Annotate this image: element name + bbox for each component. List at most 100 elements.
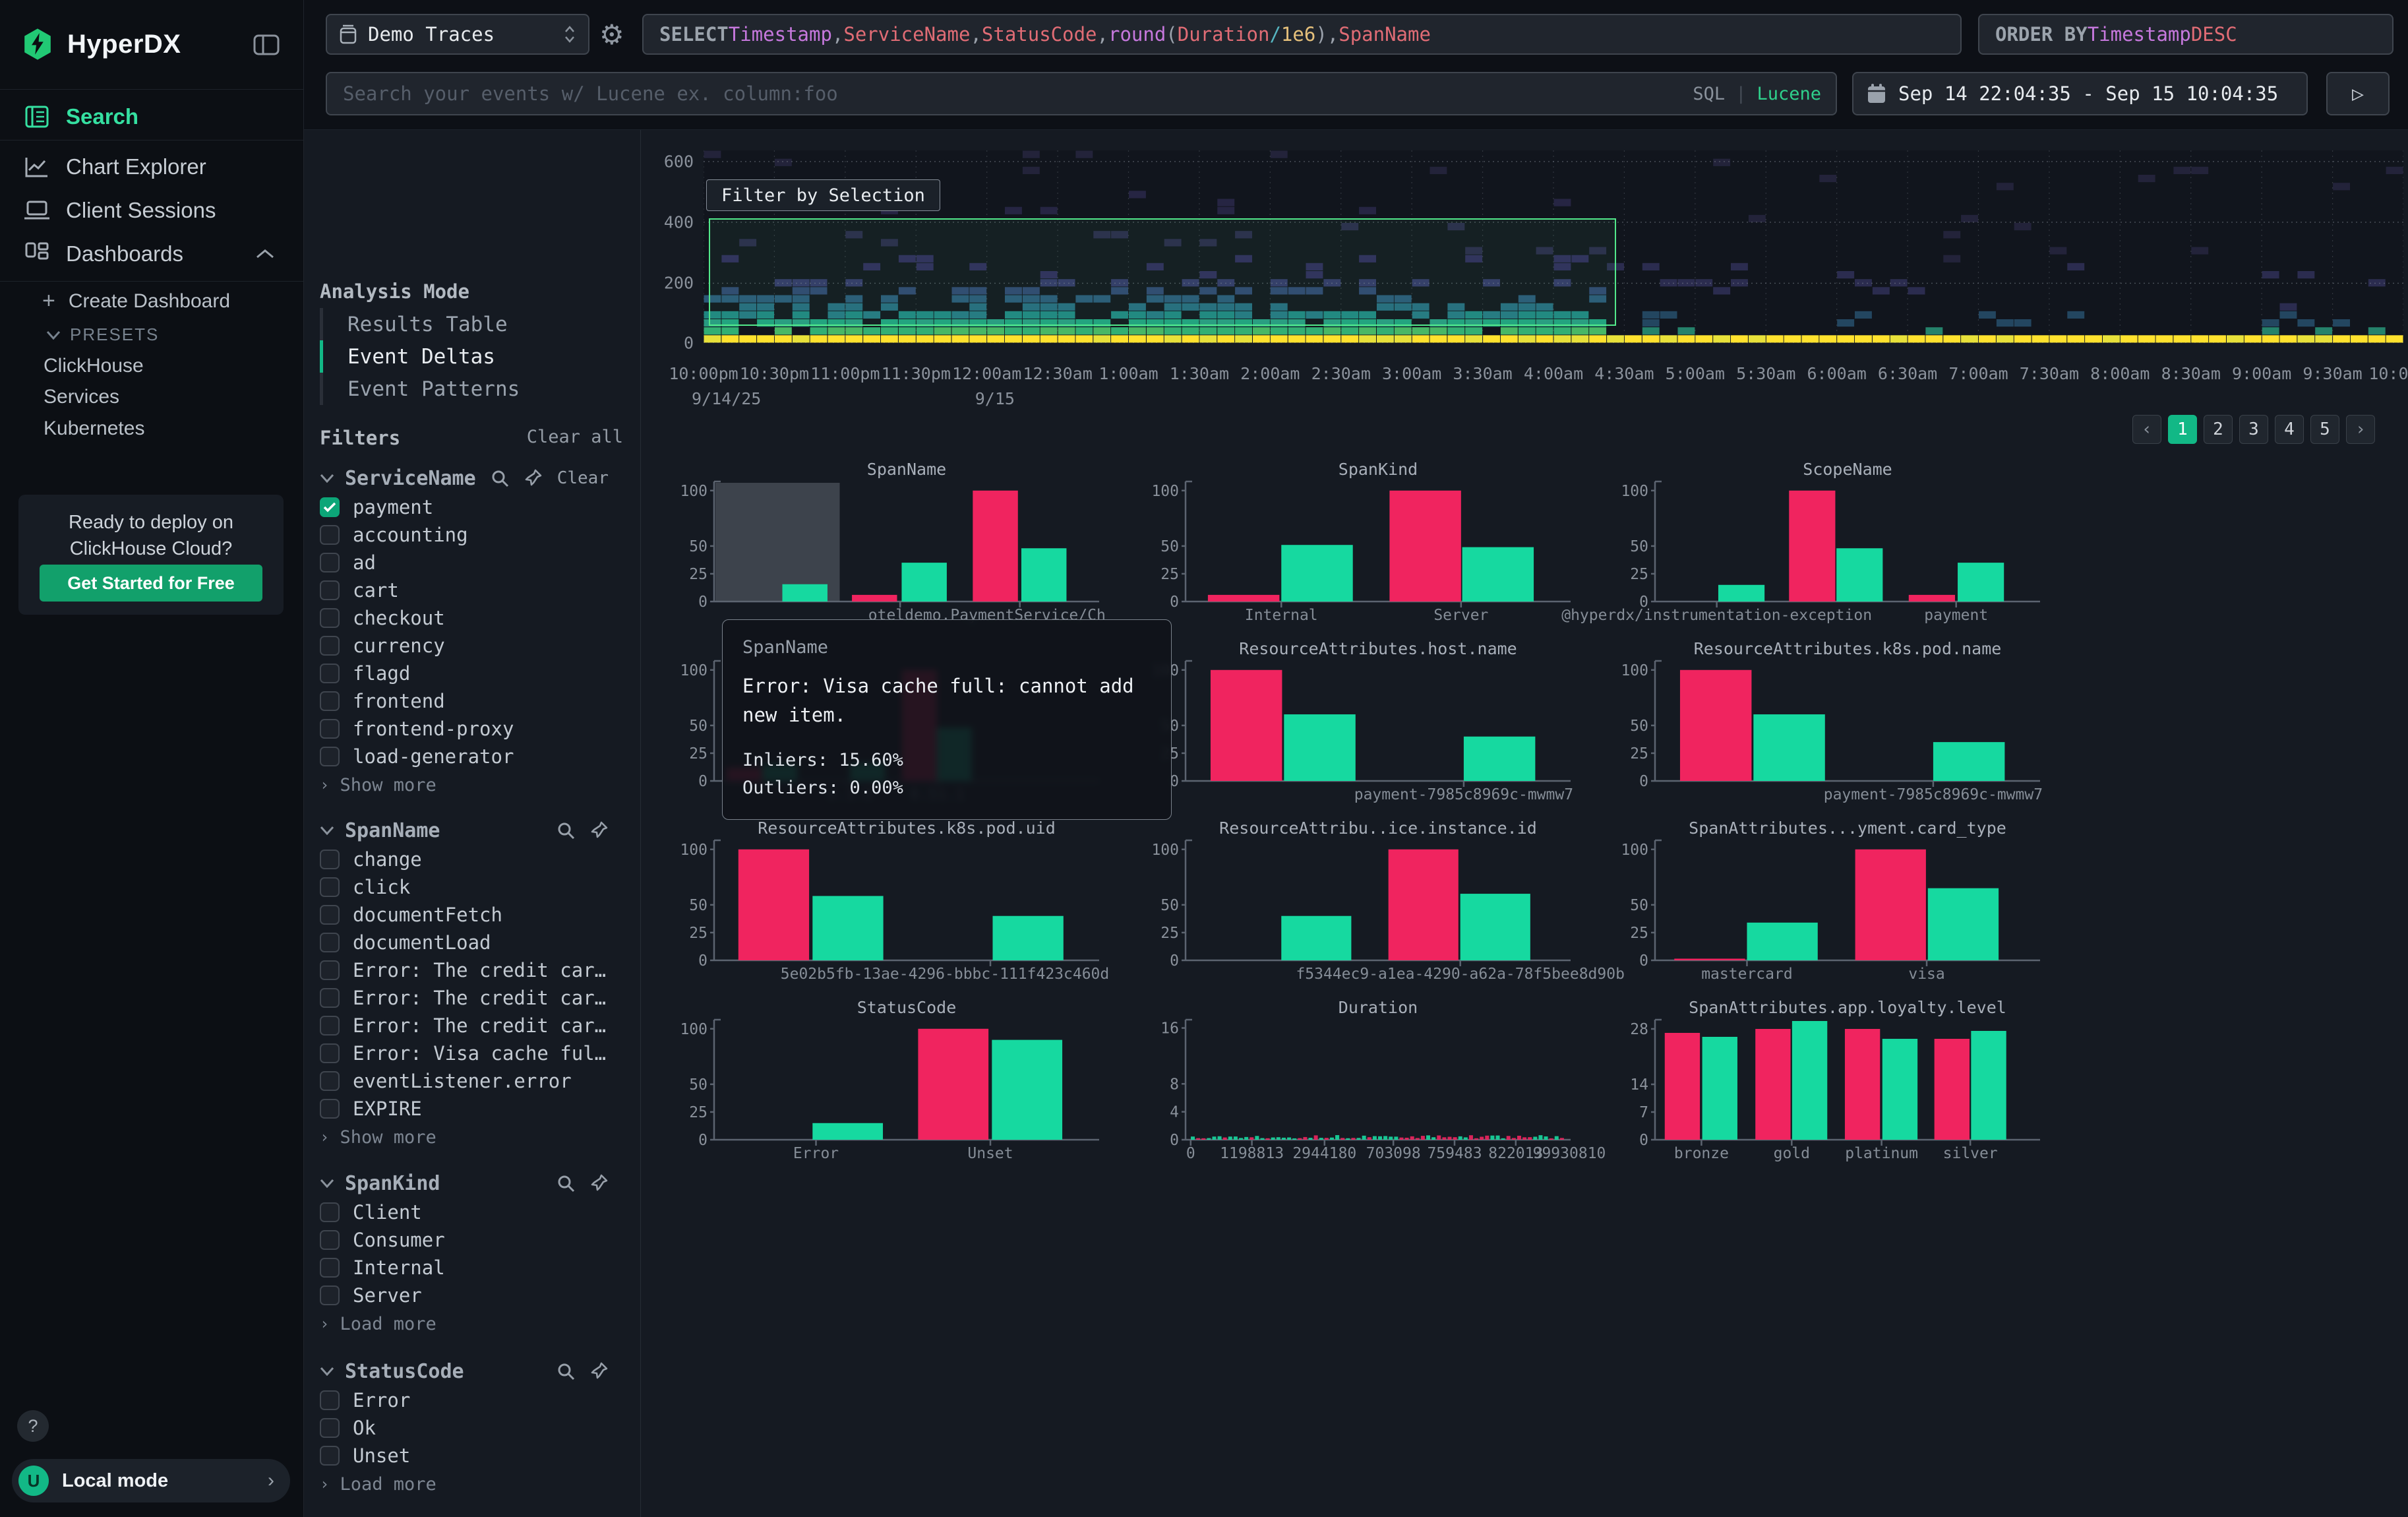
show-more-button[interactable]: › Show more <box>320 1123 626 1152</box>
analysis-mode-option[interactable]: Results Table <box>320 308 623 340</box>
checkbox[interactable] <box>320 747 340 766</box>
delta-chart-SpanAttributes.app.loyalty.level[interactable]: SpanAttributes.app.loyalty.level281470br… <box>1623 1000 2045 1165</box>
checkbox[interactable] <box>320 933 340 952</box>
checkbox[interactable] <box>320 1230 340 1250</box>
delta-chart-SpanKind[interactable]: SpanKind10050250InternalServer <box>1154 462 1576 627</box>
filter-checkbox-row[interactable]: documentFetch <box>320 901 626 929</box>
filter-group-header[interactable]: SpanKind <box>320 1168 626 1198</box>
get-started-button[interactable]: Get Started for Free <box>40 565 262 602</box>
source-select[interactable]: Demo Traces <box>326 14 589 55</box>
sidebar-preset-clickhouse[interactable]: ClickHouse <box>44 355 144 377</box>
filter-checkbox-row[interactable]: Server <box>320 1282 626 1309</box>
checkbox[interactable] <box>320 553 340 573</box>
sidebar-item-client-sessions[interactable]: Client Sessions <box>0 190 303 231</box>
help-button[interactable]: ? <box>17 1410 49 1442</box>
filter-checkbox-row[interactable]: eventListener.error <box>320 1067 626 1095</box>
filter-checkbox-row[interactable]: Error: Visa cache full: … <box>320 1039 626 1067</box>
filter-checkbox-row[interactable]: Error: The credit card (… <box>320 984 626 1012</box>
analysis-mode-option[interactable]: Event Patterns <box>320 373 623 405</box>
sql-mode-button[interactable]: SQL <box>1693 84 1725 104</box>
checkbox[interactable] <box>320 1202 340 1222</box>
filter-checkbox-row[interactable]: Internal <box>320 1254 626 1282</box>
delta-chart-ScopeName[interactable]: ScopeName10050250@hyperdx/instrumentatio… <box>1623 462 2045 627</box>
checkbox[interactable] <box>320 525 340 545</box>
checkbox[interactable] <box>320 664 340 683</box>
app-logo[interactable]: HyperDX <box>20 26 181 62</box>
filter-checkbox-row[interactable]: ad <box>320 549 626 576</box>
checkbox[interactable] <box>320 1016 340 1036</box>
pin-icon[interactable] <box>524 468 543 488</box>
checkbox[interactable] <box>320 608 340 628</box>
sidebar-preset-services[interactable]: Services <box>44 386 119 408</box>
checkbox[interactable] <box>320 905 340 925</box>
sidebar-item-search[interactable]: Search <box>0 96 303 137</box>
delta-chart-SpanName[interactable]: SpanName10050250oteldemo.PaymentService/… <box>682 462 1104 627</box>
filter-checkbox-row[interactable]: documentLoad <box>320 929 626 956</box>
filter-group-header[interactable]: SpanName <box>320 815 626 846</box>
filter-checkbox-row[interactable]: change <box>320 846 626 873</box>
checkbox[interactable] <box>320 1258 340 1278</box>
checkbox[interactable] <box>320 1446 340 1466</box>
next-page-button[interactable]: › <box>2346 415 2375 444</box>
show-more-button[interactable]: › Show more <box>320 770 626 799</box>
filter-checkbox-row[interactable]: Client <box>320 1198 626 1226</box>
search-icon[interactable] <box>490 468 510 488</box>
checkbox[interactable] <box>320 1285 340 1305</box>
presets-section-toggle[interactable]: PRESETS <box>46 325 159 345</box>
checkbox[interactable] <box>320 1071 340 1091</box>
checkbox[interactable] <box>320 1390 340 1410</box>
page-button-5[interactable]: 5 <box>2310 415 2339 444</box>
search-input[interactable]: Search your events w/ Lucene ex. column:… <box>326 72 1837 115</box>
filter-checkbox-row[interactable]: EXPIRE <box>320 1095 626 1123</box>
search-icon[interactable] <box>556 820 576 840</box>
filter-checkbox-row[interactable]: Error: The credit card (… <box>320 956 626 984</box>
filter-checkbox-row[interactable]: click <box>320 873 626 901</box>
checkbox[interactable] <box>320 636 340 656</box>
show-more-button[interactable]: › Load more <box>320 1470 626 1499</box>
delta-chart-ResourceAttributes.k8s.pod.uid[interactable]: ResourceAttributes.k8s.pod.uid100502505e… <box>682 820 1104 985</box>
sidebar-item-chart-explorer[interactable]: Chart Explorer <box>0 146 303 187</box>
page-button-2[interactable]: 2 <box>2204 415 2233 444</box>
checkbox[interactable] <box>320 497 340 517</box>
page-button-3[interactable]: 3 <box>2239 415 2268 444</box>
search-icon[interactable] <box>556 1361 576 1381</box>
clear-all-filters-button[interactable]: Clear all <box>527 427 623 447</box>
checkbox[interactable] <box>320 1418 340 1438</box>
sql-select-editor[interactable]: SELECT Timestamp, ServiceName, StatusCod… <box>642 14 1962 55</box>
filter-checkbox-row[interactable]: currency <box>320 632 626 660</box>
delta-chart-SpanAttributes...yment.card_type[interactable]: SpanAttributes...yment.card_type10050250… <box>1623 820 2045 985</box>
date-range-picker[interactable]: Sep 14 22:04:35 - Sep 15 10:04:35 <box>1852 72 2308 115</box>
sidebar-item-dashboards[interactable]: Dashboards <box>0 233 303 274</box>
filter-checkbox-row[interactable]: Error: The credit card (… <box>320 1012 626 1039</box>
sidebar-preset-kubernetes[interactable]: Kubernetes <box>44 418 144 440</box>
filter-checkbox-row[interactable]: cart <box>320 576 626 604</box>
filter-group-header[interactable]: ServiceName Clear <box>320 463 626 493</box>
filter-group-header[interactable]: StatusCode <box>320 1356 626 1386</box>
prev-page-button[interactable]: ‹ <box>2132 415 2161 444</box>
pin-icon[interactable] <box>590 820 609 840</box>
filter-group-clear-button[interactable]: Clear <box>557 468 609 488</box>
delta-chart-ResourceAttributes.k8s.pod.name[interactable]: ResourceAttributes.k8s.pod.name10050250p… <box>1623 641 2045 806</box>
filter-checkbox-row[interactable]: accounting <box>320 521 626 549</box>
filter-checkbox-row[interactable]: Ok <box>320 1414 626 1442</box>
filter-checkbox-row[interactable]: Consumer <box>320 1226 626 1254</box>
filter-checkbox-row[interactable]: load-generator <box>320 743 626 770</box>
sidebar-collapse-icon[interactable] <box>253 34 280 55</box>
pin-icon[interactable] <box>590 1173 609 1193</box>
checkbox[interactable] <box>320 1099 340 1119</box>
filter-checkbox-row[interactable]: Unset <box>320 1442 626 1470</box>
filter-checkbox-row[interactable]: payment <box>320 493 626 521</box>
filter-checkbox-row[interactable]: flagd <box>320 660 626 687</box>
show-more-button[interactable]: › Load more <box>320 1309 626 1338</box>
checkbox[interactable] <box>320 1043 340 1063</box>
heatmap-selection-box[interactable] <box>709 218 1617 326</box>
delta-chart-StatusCode[interactable]: StatusCode10050250ErrorUnset <box>682 1000 1104 1165</box>
checkbox[interactable] <box>320 960 340 980</box>
filter-checkbox-row[interactable]: frontend-proxy <box>320 715 626 743</box>
filter-by-selection-button[interactable]: Filter by Selection <box>706 179 940 211</box>
pin-icon[interactable] <box>590 1361 609 1381</box>
checkbox[interactable] <box>320 988 340 1008</box>
checkbox[interactable] <box>320 719 340 739</box>
search-icon[interactable] <box>556 1173 576 1193</box>
checkbox[interactable] <box>320 877 340 897</box>
